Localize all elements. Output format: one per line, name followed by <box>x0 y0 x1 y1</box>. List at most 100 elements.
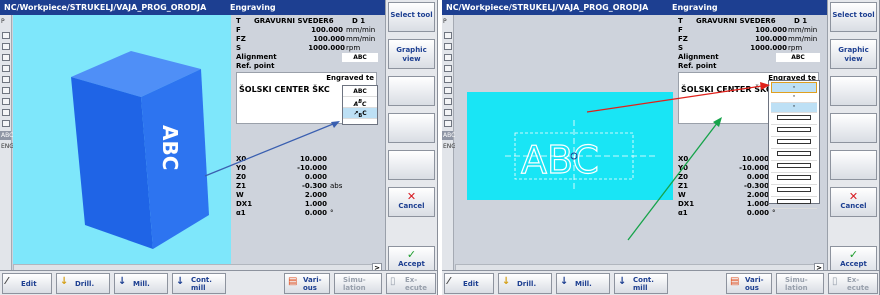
d-value[interactable]: 1 <box>360 17 365 25</box>
softkey-blank[interactable] <box>830 150 877 180</box>
engraved-text-field[interactable]: ŠOLSKI CENTER ŠKC <box>681 85 772 94</box>
drill-button[interactable]: ↓ Drill. <box>56 273 110 294</box>
refpoint-option[interactable] <box>771 199 817 209</box>
coord-value[interactable]: -0.300 <box>302 182 327 191</box>
alignment-dropdown[interactable]: ABC ABC ↗BC <box>342 85 378 125</box>
program-block-icon[interactable] <box>444 65 452 72</box>
graphic-view-button[interactable]: Graphic view <box>388 39 435 69</box>
refpoint-option[interactable]: · <box>771 93 817 103</box>
alignment-label: Alignment <box>236 53 277 61</box>
param-value[interactable]: 1000.000 <box>750 44 787 53</box>
program-block-icon[interactable] <box>2 76 10 83</box>
horizontal-softkey-bar: ⁄ Edit ↓ Drill. ↓ Mill. ↓ Cont. mill ▤ Vari- … <box>0 270 437 295</box>
coord-value[interactable]: 0.000 <box>305 173 327 182</box>
program-block-icon[interactable] <box>444 120 452 127</box>
coord-value[interactable]: 0.000 <box>305 209 327 218</box>
program-block-icon[interactable] <box>2 109 10 116</box>
engraving-preview: ABC <box>505 120 655 190</box>
softkey-blank[interactable] <box>830 76 877 106</box>
cont-mill-button[interactable]: ↓ Cont. mill <box>172 273 226 294</box>
execute-button[interactable]: ▯ Ex- ecute <box>828 273 878 294</box>
select-tool-button[interactable]: Select tool <box>830 2 877 32</box>
coord-value[interactable]: -10.000 <box>297 164 327 173</box>
cancel-button[interactable]: ✕ Cancel <box>388 187 435 217</box>
coord-value[interactable]: 10.000 <box>742 155 769 164</box>
simulation-button[interactable]: Simu- lation <box>334 273 382 294</box>
program-block-icon[interactable] <box>2 120 10 127</box>
refpoint-option[interactable] <box>771 151 817 161</box>
refpoint-dropdown[interactable]: · · · <box>768 80 820 209</box>
refpoint-box-icon <box>777 115 811 120</box>
coord-row: Y0 -10.000 <box>234 164 379 173</box>
param-value[interactable]: 100.000 <box>285 26 345 34</box>
alignment-option-straight[interactable]: ABC <box>343 86 377 97</box>
program-block-icon[interactable] <box>2 65 10 72</box>
cancel-button[interactable]: ✕ Cancel <box>830 187 877 217</box>
alignment-option-slant[interactable]: ↗BC <box>343 108 377 119</box>
param-value[interactable]: 100.000 <box>755 26 787 35</box>
softkey-blank[interactable] <box>388 150 435 180</box>
drill-button[interactable]: ↓ Drill. <box>498 273 552 294</box>
program-block-icon[interactable] <box>444 87 452 94</box>
program-block-icon[interactable] <box>444 76 452 83</box>
refpoint-option[interactable]: · <box>771 103 817 113</box>
left-toolbar-p[interactable]: P <box>442 15 453 29</box>
various-button[interactable]: ▤ Vari- ous <box>284 273 330 294</box>
cont-mill-button[interactable]: ↓ Cont. mill <box>614 273 668 294</box>
program-block-icon[interactable] <box>444 43 452 50</box>
coord-value[interactable]: 2.000 <box>305 191 327 200</box>
tool-name[interactable]: GRAVURNI SVEDER6 <box>696 17 776 26</box>
alignment-option-arc[interactable]: ABC <box>343 97 377 108</box>
softkey-blank[interactable] <box>388 113 435 143</box>
d-value[interactable]: 1 <box>802 17 807 25</box>
program-block-icon[interactable] <box>2 87 10 94</box>
edit-button[interactable]: ⁄ Edit <box>444 273 494 294</box>
edit-button[interactable]: ⁄ Edit <box>2 273 52 294</box>
various-button[interactable]: ▤ Vari- ous <box>726 273 772 294</box>
program-block-icon[interactable] <box>444 54 452 61</box>
tool-name[interactable]: GRAVURNI SVEDER6 <box>254 17 334 26</box>
left-toolbar-eng[interactable]: ENG <box>442 140 456 154</box>
left-toolbar-p[interactable]: P <box>0 15 11 29</box>
refpoint-option[interactable] <box>771 139 817 149</box>
alignment-select[interactable]: ABC <box>776 53 820 62</box>
param-value[interactable]: 100.000 <box>313 35 345 44</box>
coord-value[interactable]: -0.300 <box>744 182 769 191</box>
program-block-icon[interactable] <box>444 98 452 105</box>
param-value[interactable]: 100.000 <box>755 35 787 44</box>
program-block-icon[interactable] <box>2 98 10 105</box>
left-toolbar-abc[interactable]: ABC <box>0 131 13 140</box>
coord-value[interactable]: -10.000 <box>739 164 769 173</box>
execute-button[interactable]: ▯ Ex- ecute <box>386 273 436 294</box>
left-toolbar-eng[interactable]: ENG <box>0 140 14 154</box>
left-toolbar-abc[interactable]: ABC <box>442 131 455 140</box>
refpoint-option[interactable] <box>771 163 817 173</box>
program-block-icon[interactable] <box>444 32 452 39</box>
program-block-icon[interactable] <box>2 54 10 61</box>
program-block-icon[interactable] <box>2 43 10 50</box>
refpoint-option[interactable] <box>771 175 817 185</box>
softkey-blank[interactable] <box>388 76 435 106</box>
coord-value[interactable]: 1.000 <box>747 200 769 209</box>
coord-value[interactable]: 10.000 <box>300 155 327 164</box>
refpoint-option[interactable] <box>771 115 817 125</box>
coord-value[interactable]: 0.000 <box>747 209 769 218</box>
graphic-view-button[interactable]: Graphic view <box>830 39 877 69</box>
refpoint-option[interactable]: · <box>771 82 817 93</box>
coord-value[interactable]: 2.000 <box>747 191 769 200</box>
mill-button[interactable]: ↓ Mill. <box>556 273 610 294</box>
alignment-select[interactable]: ABC <box>342 53 378 62</box>
refpoint-option[interactable] <box>771 127 817 137</box>
param-key: F <box>678 26 683 34</box>
coord-value[interactable]: 1.000 <box>305 200 327 209</box>
softkey-blank[interactable] <box>830 113 877 143</box>
mill-button[interactable]: ↓ Mill. <box>114 273 168 294</box>
coord-value[interactable]: 0.000 <box>747 173 769 182</box>
select-tool-button[interactable]: Select tool <box>388 2 435 32</box>
simulation-button[interactable]: Simu- lation <box>776 273 824 294</box>
param-value[interactable]: 1000.000 <box>308 44 345 53</box>
refpoint-option[interactable] <box>771 187 817 197</box>
program-block-icon[interactable] <box>444 109 452 116</box>
engraved-text-field[interactable]: ŠOLSKI CENTER ŠKC <box>239 85 330 94</box>
program-block-icon[interactable] <box>2 32 10 39</box>
